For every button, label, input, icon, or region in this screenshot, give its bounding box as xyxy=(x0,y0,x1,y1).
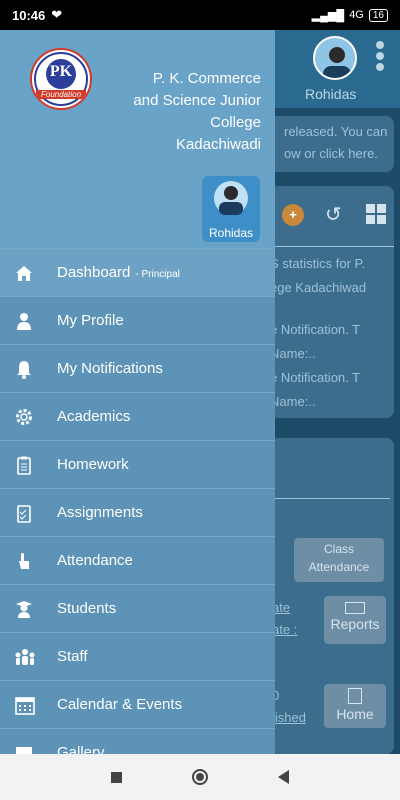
college-name: P. K. Commerce and Science Junior Colleg… xyxy=(133,70,261,153)
calendar-icon xyxy=(0,695,57,715)
avatar[interactable] xyxy=(313,36,357,80)
image-icon xyxy=(0,743,57,754)
menu-label: Homework xyxy=(57,456,129,473)
network-type: 4G xyxy=(349,9,364,21)
signal-icon: ▂▄▆█ xyxy=(311,9,345,22)
menu-label: Staff xyxy=(57,648,88,665)
feed-line: e Notification. T xyxy=(270,370,361,385)
navigation-drawer: PK Foundation P. K. Commerce and Science… xyxy=(0,30,275,754)
person-icon xyxy=(0,311,57,331)
menu-label: My Profile xyxy=(57,312,124,329)
history-icon[interactable]: ↺ xyxy=(325,202,342,227)
home-icon xyxy=(0,263,57,283)
class-attendance-tile[interactable]: Class Attendance xyxy=(294,538,384,582)
status-bar: 10:46 ❤ ▂▄▆█ 4G 16 xyxy=(0,0,400,30)
menu-item-assignments[interactable]: Assignments xyxy=(0,488,275,536)
menu-label: Gallery xyxy=(57,744,105,754)
graduate-icon xyxy=(0,599,57,619)
dashboard-card: Class Attendance Reports Home ate ate : … xyxy=(270,438,394,754)
menu-label: Calendar & Events xyxy=(57,696,183,713)
notice-card[interactable]: released. You can ow or click here. xyxy=(270,116,394,172)
gear-icon xyxy=(0,407,57,427)
username-label: Rohidas xyxy=(305,86,357,102)
menu-item-attendance[interactable]: Attendance xyxy=(0,536,275,584)
bell-icon xyxy=(0,359,57,379)
home-button[interactable] xyxy=(192,769,208,785)
menu-item-academics[interactable]: Academics xyxy=(0,392,275,440)
hand-pointer-icon xyxy=(0,551,57,571)
group-icon xyxy=(0,647,57,667)
menu-label: Academics xyxy=(57,408,131,425)
menu-item-students[interactable]: Students xyxy=(0,584,275,632)
battery-icon: 16 xyxy=(368,8,388,22)
checklist-icon xyxy=(0,503,57,523)
menu-label: Attendance xyxy=(57,552,133,569)
grid-icon[interactable] xyxy=(366,204,386,224)
reports-tile[interactable]: Reports xyxy=(324,596,386,644)
published-link[interactable]: lished xyxy=(272,710,306,725)
drawer-header: PK Foundation P. K. Commerce and Science… xyxy=(0,30,275,248)
menu-item-dashboard[interactable]: Dashboard - Principal xyxy=(0,248,275,296)
feed-line: Name:.. xyxy=(270,394,316,409)
home-tile[interactable]: Home xyxy=(324,684,386,728)
system-nav-bar xyxy=(0,754,400,800)
heart-icon: ❤ xyxy=(51,7,63,22)
menu-item-homework[interactable]: Homework xyxy=(0,440,275,488)
feed-line: S statistics for P. xyxy=(270,256,366,271)
feed-card: + ↺ S statistics for P. ege Kadachiwad e… xyxy=(270,186,394,418)
profile-picture[interactable]: Rohidas xyxy=(202,176,260,242)
feed-line: e Notification. T xyxy=(270,322,361,337)
add-icon[interactable]: + xyxy=(282,204,304,226)
menu-label: My Notifications xyxy=(57,360,163,377)
profile-name: Rohidas xyxy=(208,226,254,240)
menu-label: Dashboard xyxy=(57,264,131,281)
notice-line: released. You can xyxy=(284,124,388,139)
date-link[interactable]: ate : xyxy=(272,622,297,637)
menu-item-gallery[interactable]: Gallery xyxy=(0,728,275,754)
back-button[interactable] xyxy=(278,770,289,784)
menu-label: Assignments xyxy=(57,504,143,521)
menu-item-staff[interactable]: Staff xyxy=(0,632,275,680)
notice-line: ow or click here. xyxy=(284,146,378,161)
menu-item-my-notifications[interactable]: My Notifications xyxy=(0,344,275,392)
reports-icon xyxy=(345,602,365,614)
feed-line: ege Kadachiwad xyxy=(270,280,367,295)
menu-item-calendar-events[interactable]: Calendar & Events xyxy=(0,680,275,728)
feed-line: Name:.. xyxy=(270,346,316,361)
overflow-menu-icon[interactable] xyxy=(374,38,386,74)
menu-item-my-profile[interactable]: My Profile xyxy=(0,296,275,344)
clipboard-icon xyxy=(0,455,57,475)
menu-label: Students xyxy=(57,600,117,617)
document-icon xyxy=(348,688,362,704)
menu-sublabel: - Principal xyxy=(135,268,180,280)
recents-button[interactable] xyxy=(111,771,122,783)
status-time: 10:46 xyxy=(12,7,46,23)
drawer-menu: Dashboard - Principal My Profile My Noti… xyxy=(0,248,275,754)
